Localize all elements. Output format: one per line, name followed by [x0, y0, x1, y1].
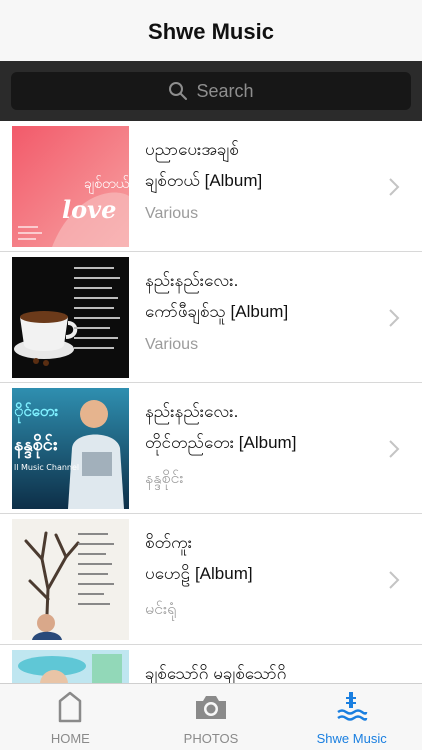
camera-icon	[196, 696, 226, 719]
album-artist: Various	[145, 336, 199, 353]
album-artist: Various	[145, 205, 199, 222]
album-row[interactable]: နည်းနည်းလေး. ကော်ဖီချစ်သူ [Album] Variou…	[0, 252, 422, 383]
album-title: နည်းနည်းလေး.	[145, 402, 239, 421]
chevron-right-icon	[389, 309, 400, 327]
tab-photos-label: PHOTOS	[183, 731, 239, 746]
tab-shwe-music-label: Shwe Music	[316, 731, 387, 746]
album-title: ပညာပေးအချစ်	[145, 140, 239, 159]
tab-photos[interactable]: PHOTOS	[141, 684, 282, 750]
search-bar: Search	[0, 61, 422, 121]
album-row[interactable]: ိုင်တေး နန္ဒစိုင်း ll Music Channel နည်း…	[0, 383, 422, 514]
navigation-bar: Shwe Music	[0, 0, 422, 61]
album-title: နည်းနည်းလေး.	[145, 271, 239, 290]
album-subtitle: ကော်ဖီချစ်သူ [Album]	[145, 302, 289, 321]
home-icon	[59, 691, 82, 723]
tab-shwe-music[interactable]: Shwe Music	[281, 684, 422, 750]
album-title: စိတ်ကူး	[145, 533, 193, 552]
album-row[interactable]: ချစ်တယ် love ပညာပေးအချစ် ချစ်တယ် [Album]…	[0, 121, 422, 252]
album-cover: ိုင်တေး နန္ဒစိုင်း ll Music Channel	[12, 388, 129, 509]
svg-text:ll Music Channel: ll Music Channel	[14, 463, 79, 472]
chevron-right-icon	[389, 178, 400, 196]
album-row[interactable]: ချစ်သော်ဂိ မချစ်သော်ဂိ	[0, 645, 422, 683]
album-cover	[12, 650, 129, 683]
album-subtitle: ပဟေဠိ [Album]	[145, 564, 253, 583]
album-list[interactable]: ချစ်တယ် love ပညာပေးအချစ် ချစ်တယ် [Album]…	[0, 121, 422, 683]
album-artist: နန္ဒစိုင်း	[145, 470, 184, 487]
album-artist: မင်းရုံ	[145, 601, 177, 618]
page-title: Shwe Music	[148, 18, 274, 44]
album-subtitle: တိုင်တည်တေး [Album]	[145, 433, 297, 452]
album-title: ချစ်သော်ဂိ မချစ်သော်ဂိ	[145, 664, 287, 683]
search-icon	[169, 82, 188, 100]
music-waves-icon	[336, 692, 367, 721]
chevron-right-icon	[389, 440, 400, 458]
album-subtitle: ချစ်တယ် [Album]	[145, 171, 263, 190]
album-cover	[12, 257, 129, 378]
svg-text:love: love	[62, 195, 116, 224]
album-row[interactable]: စိတ်ကူး ပဟေဠိ [Album] မင်းရုံ	[0, 514, 422, 645]
svg-text:ချစ်တယ်: ချစ်တယ်	[84, 176, 129, 194]
chevron-right-icon	[389, 571, 400, 589]
album-cover: ချစ်တယ် love	[12, 126, 129, 247]
tab-bar: HOME PHOTOS Shwe Music	[0, 683, 422, 750]
album-cover	[12, 519, 129, 640]
tab-home-label: HOME	[50, 731, 90, 746]
tab-home[interactable]: HOME	[0, 684, 141, 750]
search-placeholder: Search	[196, 80, 254, 101]
search-input[interactable]: Search	[11, 72, 411, 110]
